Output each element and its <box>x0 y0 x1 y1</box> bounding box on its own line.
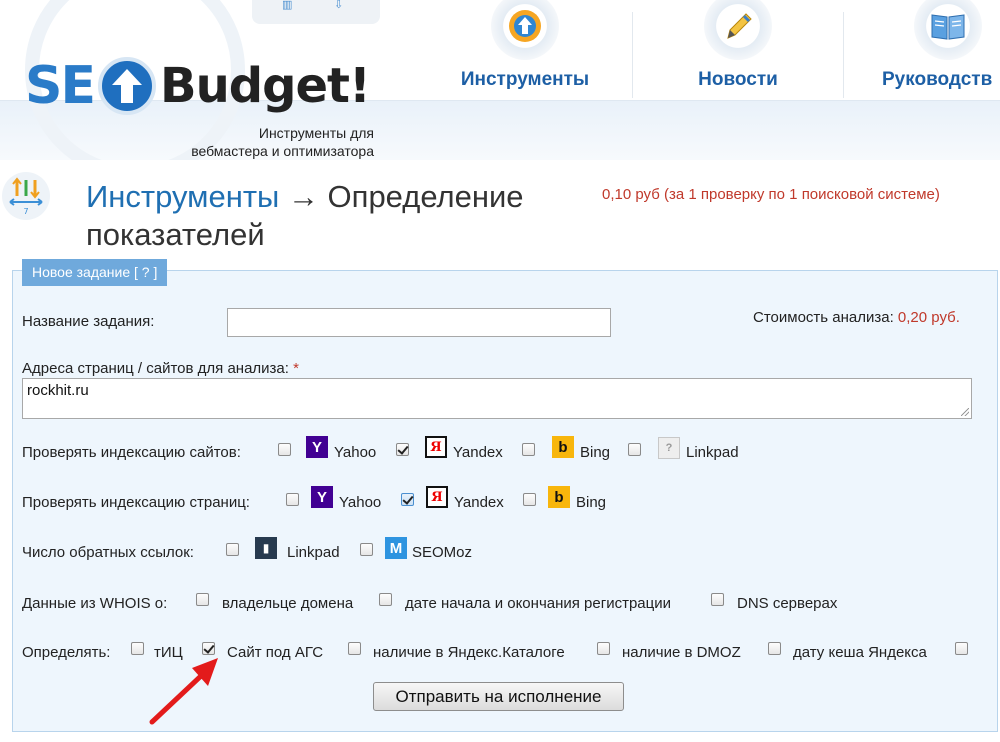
price-note: 0,10 руб (за 1 проверку по 1 поисковой с… <box>602 186 940 203</box>
logo-se: SE <box>25 56 96 116</box>
logo-budget: Budget! <box>159 58 371 114</box>
analysis-cost: Стоимость анализа: 0,20 руб. <box>753 309 960 326</box>
detect-ags-label: Сайт под АГС <box>227 644 324 661</box>
yahoo-icon: Y <box>306 436 328 458</box>
upload-target-icon <box>491 0 559 60</box>
page-index-label: Проверять индексацию страниц: <box>22 494 250 511</box>
urls-label: Адреса страниц / сайтов для анализа: * <box>22 360 299 377</box>
pencil-icon <box>704 0 772 60</box>
site-index-linkpad-checkbox[interactable] <box>628 443 641 456</box>
site-index-bing-label: Bing <box>580 444 611 461</box>
logo-arrow-icon <box>97 57 156 115</box>
backlinks-label: Число обратных ссылок: <box>22 544 194 561</box>
nav-guides[interactable]: Руководств <box>858 0 1000 100</box>
nav-label-news: Новости <box>698 69 778 90</box>
whois-label: Данные из WHOIS о: <box>22 595 168 612</box>
whois-owner-checkbox[interactable] <box>196 593 209 606</box>
site-index-yahoo-label: Yahoo <box>334 444 377 461</box>
page-index-yandex-label: Yandex <box>454 494 504 511</box>
page-index-yahoo-label: Yahoo <box>339 494 382 511</box>
detect-dmoz-label: наличие в DMOZ <box>622 644 741 661</box>
site-tagline: Инструменты для вебмастера и оптимизатор… <box>191 125 374 159</box>
page-index-bing-label: Bing <box>576 494 607 511</box>
new-task-tab[interactable]: Новое задание [ ? ] <box>22 259 168 286</box>
bing-icon: b <box>548 486 570 508</box>
required-mark: * <box>293 360 299 377</box>
site-index-label: Проверять индексацию сайтов: <box>22 444 241 461</box>
site-logo[interactable]: SE Budget! <box>25 56 371 116</box>
page-index-yahoo-checkbox[interactable] <box>286 493 299 506</box>
nav-label-tools: Инструменты <box>460 69 590 90</box>
whois-dates-checkbox[interactable] <box>379 593 392 606</box>
analysis-cost-label: Стоимость анализа: <box>753 309 894 326</box>
yandex-icon: Я <box>426 486 448 508</box>
textarea-resize-handle[interactable] <box>961 408 969 416</box>
backlinks-seomoz-checkbox[interactable] <box>360 543 373 556</box>
detect-extra-checkbox[interactable] <box>955 642 968 655</box>
annotation-arrow-icon <box>149 658 218 725</box>
detect-yaca-checkbox[interactable] <box>348 642 361 655</box>
nav-news[interactable]: Новости <box>645 0 831 100</box>
whois-owner-label: владельце домена <box>222 595 354 612</box>
backlinks-seomoz-label: SEOMoz <box>412 544 473 561</box>
backlinks-linkpad-label: Linkpad <box>287 544 340 561</box>
backlinks-linkpad-checkbox[interactable] <box>226 543 239 556</box>
site-index-yandex-label: Yandex <box>453 444 503 461</box>
detect-yaca-label: наличие в Яндекс.Каталоге <box>373 644 565 661</box>
task-name-label: Название задания: <box>22 313 155 330</box>
detect-dmoz-checkbox[interactable] <box>597 642 610 655</box>
indicators-icon: 7 <box>0 170 52 222</box>
whois-dns-label: DNS серверах <box>737 595 838 612</box>
site-index-yahoo-checkbox[interactable] <box>278 443 291 456</box>
nav-divider <box>632 12 633 98</box>
yahoo-icon: Y <box>311 486 333 508</box>
site-header: ▥ ⇩ SE Budget! Инструменты для вебмастер… <box>0 0 1000 160</box>
analysis-cost-value: 0,20 руб. <box>897 309 960 326</box>
bing-icon: b <box>552 436 574 458</box>
detect-cache-checkbox[interactable] <box>768 642 781 655</box>
urls-textarea[interactable]: rockhit.ru <box>22 378 972 419</box>
nav-label-guides: Руководств <box>882 69 993 90</box>
grid-icon[interactable]: ▥ <box>282 0 296 11</box>
page-index-bing-checkbox[interactable] <box>523 493 536 506</box>
site-index-linkpad-label: Linkpad <box>686 444 739 461</box>
detect-cache-label: дату кеша Яндекса <box>793 644 927 661</box>
breadcrumb-arrow: → <box>287 179 319 214</box>
submit-button[interactable]: Отправить на исполнение <box>373 682 624 711</box>
site-index-yandex-checkbox[interactable] <box>396 443 409 456</box>
svg-text:7: 7 <box>23 207 28 216</box>
yandex-icon: Я <box>425 436 447 458</box>
urls-value: rockhit.ru <box>27 382 89 399</box>
download-icon[interactable]: ⇩ <box>334 0 348 11</box>
linkpad-icon: ▮ <box>255 537 277 559</box>
breadcrumb-tools-link[interactable]: Инструменты <box>86 179 279 214</box>
page-index-yandex-checkbox[interactable] <box>401 493 414 506</box>
linkpad-icon: ? <box>658 437 680 459</box>
seomoz-icon: M <box>385 537 407 559</box>
whois-dates-label: дате начала и окончания регистрации <box>405 595 671 612</box>
header-mini-toolbar: ▥ ⇩ <box>252 0 380 24</box>
page-title: Инструменты → Определение показателей <box>86 178 586 254</box>
detect-label: Определять: <box>22 644 111 661</box>
nav-tools[interactable]: Инструменты <box>430 0 620 100</box>
nav-divider <box>843 12 844 98</box>
task-name-input[interactable] <box>227 308 611 337</box>
whois-dns-checkbox[interactable] <box>711 593 724 606</box>
site-index-bing-checkbox[interactable] <box>522 443 535 456</box>
book-icon <box>914 0 982 60</box>
